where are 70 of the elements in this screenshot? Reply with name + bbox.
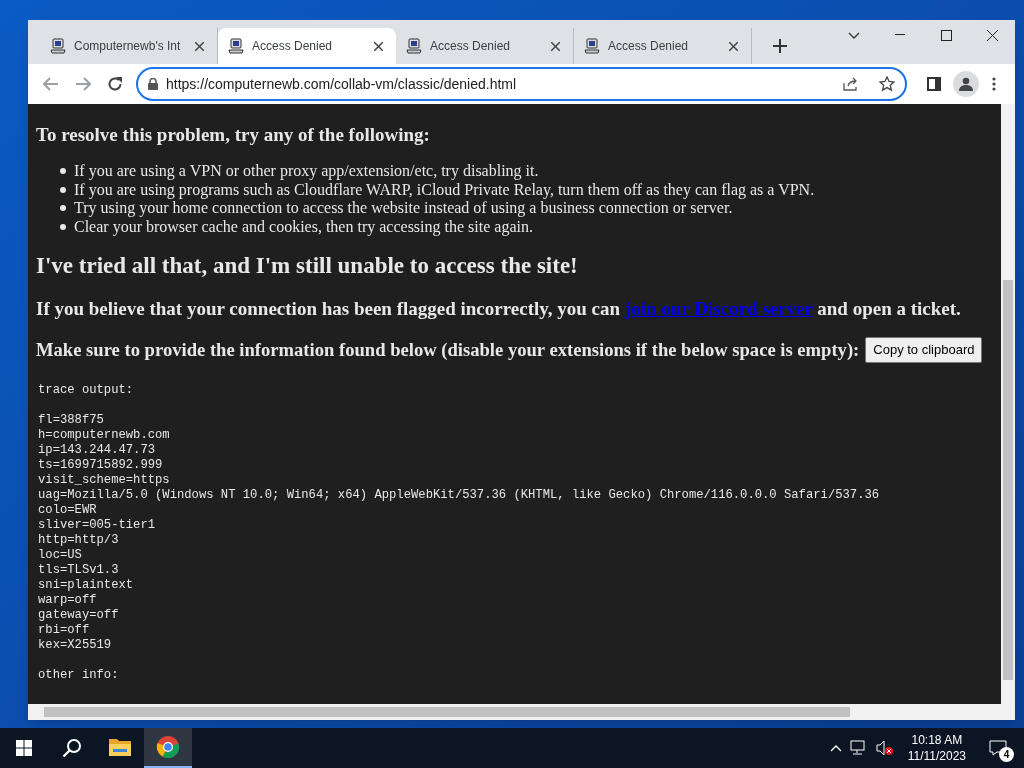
network-icon[interactable] <box>849 740 868 756</box>
side-panel-icon <box>927 77 941 91</box>
tip-text: If you are using a VPN or other proxy app/extension/etc, try disabling it. <box>74 162 539 181</box>
star-icon[interactable] <box>879 76 895 92</box>
clock-time: 10:18 AM <box>911 732 963 748</box>
trace-heading: trace output: <box>37 382 135 398</box>
taskbar-app[interactable] <box>144 728 192 768</box>
trace-line: rbi=off <box>37 622 91 638</box>
trace-line: visit_scheme=https <box>37 472 171 488</box>
trace-line: fl=388f75 <box>37 412 105 428</box>
browser-tab[interactable]: Access Denied <box>218 28 396 64</box>
trace-line: warp=off <box>37 592 98 608</box>
trace-line: tls=TLSv1.3 <box>37 562 120 578</box>
share-icon[interactable] <box>843 77 859 91</box>
trace-line: uag=Mozilla/5.0 (Windows NT 10.0; Win64; x64) AppleWebKit/537.36 (KHTML, like Gecko) Chrome/116.0.0.0 Safari/537.36 <box>37 487 881 503</box>
windows-logo-icon <box>16 740 32 756</box>
trace-line: http=http/3 <box>37 532 120 548</box>
menu-icon <box>992 77 996 91</box>
trace-heading: other info: <box>37 667 120 683</box>
trace-line: kex=X25519 <box>37 637 113 653</box>
trace-line: ip=143.244.47.73 <box>37 442 157 458</box>
trace-line: ts=1699715892.999 <box>37 457 164 473</box>
page-title: I've tried all that, and I'm still unable to access the site! <box>36 252 579 280</box>
chevron-up-icon[interactable] <box>829 744 842 752</box>
maximize-icon <box>940 29 952 41</box>
trace-line: loc=US <box>37 547 83 563</box>
profile-button[interactable] <box>953 71 979 97</box>
lock-icon <box>148 78 158 90</box>
folder-icon <box>108 737 132 757</box>
bullet-icon <box>60 168 66 174</box>
forward-arrow-icon <box>75 77 91 91</box>
reload-icon <box>107 76 123 92</box>
notifications-button[interactable]: 4 <box>980 728 1016 768</box>
trace-line: colo=EWR <box>37 502 98 518</box>
tip-text: Clear your browser cache and cookies, then try accessing the site again. <box>74 217 533 236</box>
speaker-muted-icon[interactable] <box>875 740 894 756</box>
horizontal-scrollbar[interactable] <box>28 704 1015 720</box>
chrome-icon <box>156 735 180 759</box>
tip-text: Try using your home connection to access the website instead of using a business connection or server. <box>74 199 733 218</box>
copy-button[interactable]: Copy to clipboard <box>865 337 983 363</box>
computer-icon <box>584 38 600 54</box>
search-icon <box>62 738 82 758</box>
person-icon <box>959 77 973 91</box>
bullet-icon <box>60 186 66 193</box>
tip-text: If you are using programs such as Cloudflare WARP, iCloud Private Relay, turn them off as they can flag as a VPN. <box>74 180 815 199</box>
computer-icon <box>50 38 66 54</box>
section-heading: To resolve this problem, try any of the following: <box>36 124 431 146</box>
bullet-icon <box>60 223 66 230</box>
close-tab-icon[interactable] <box>728 41 738 51</box>
trace-line: sni=plaintext <box>37 577 135 593</box>
back-arrow-icon <box>43 77 59 91</box>
computer-icon <box>228 38 244 54</box>
url-text: https://computernewb.com/collab-vm/classic/denied.html <box>166 74 518 94</box>
trace-line: gateway=off <box>37 607 120 623</box>
chevron-down-icon <box>848 31 860 39</box>
close-icon <box>986 29 998 41</box>
computer-icon <box>406 38 422 54</box>
clock-date: 11/11/2023 <box>907 748 966 764</box>
paragraph: If you believe that your connection has been flagged incorrectly, you can join our Discord server and open a ticket. <box>36 297 962 321</box>
trace-line: h=computernewb.com <box>37 427 171 443</box>
close-tab-icon[interactable] <box>194 41 204 51</box>
address-bar[interactable]: https://computernewb.com/collab-vm/classic/denied.html <box>136 67 907 101</box>
plus-icon <box>773 39 787 53</box>
close-tab-icon[interactable] <box>550 41 560 51</box>
trace-line: sliver=005-tier1 <box>37 517 157 533</box>
bullet-icon <box>60 205 66 211</box>
minimize-icon <box>895 34 905 36</box>
close-tab-icon[interactable] <box>373 41 383 51</box>
vertical-scrollbar[interactable] <box>1001 104 1015 704</box>
paragraph: Make sure to provide the information found below (disable your extensions if the below space is empty): <box>36 337 860 362</box>
